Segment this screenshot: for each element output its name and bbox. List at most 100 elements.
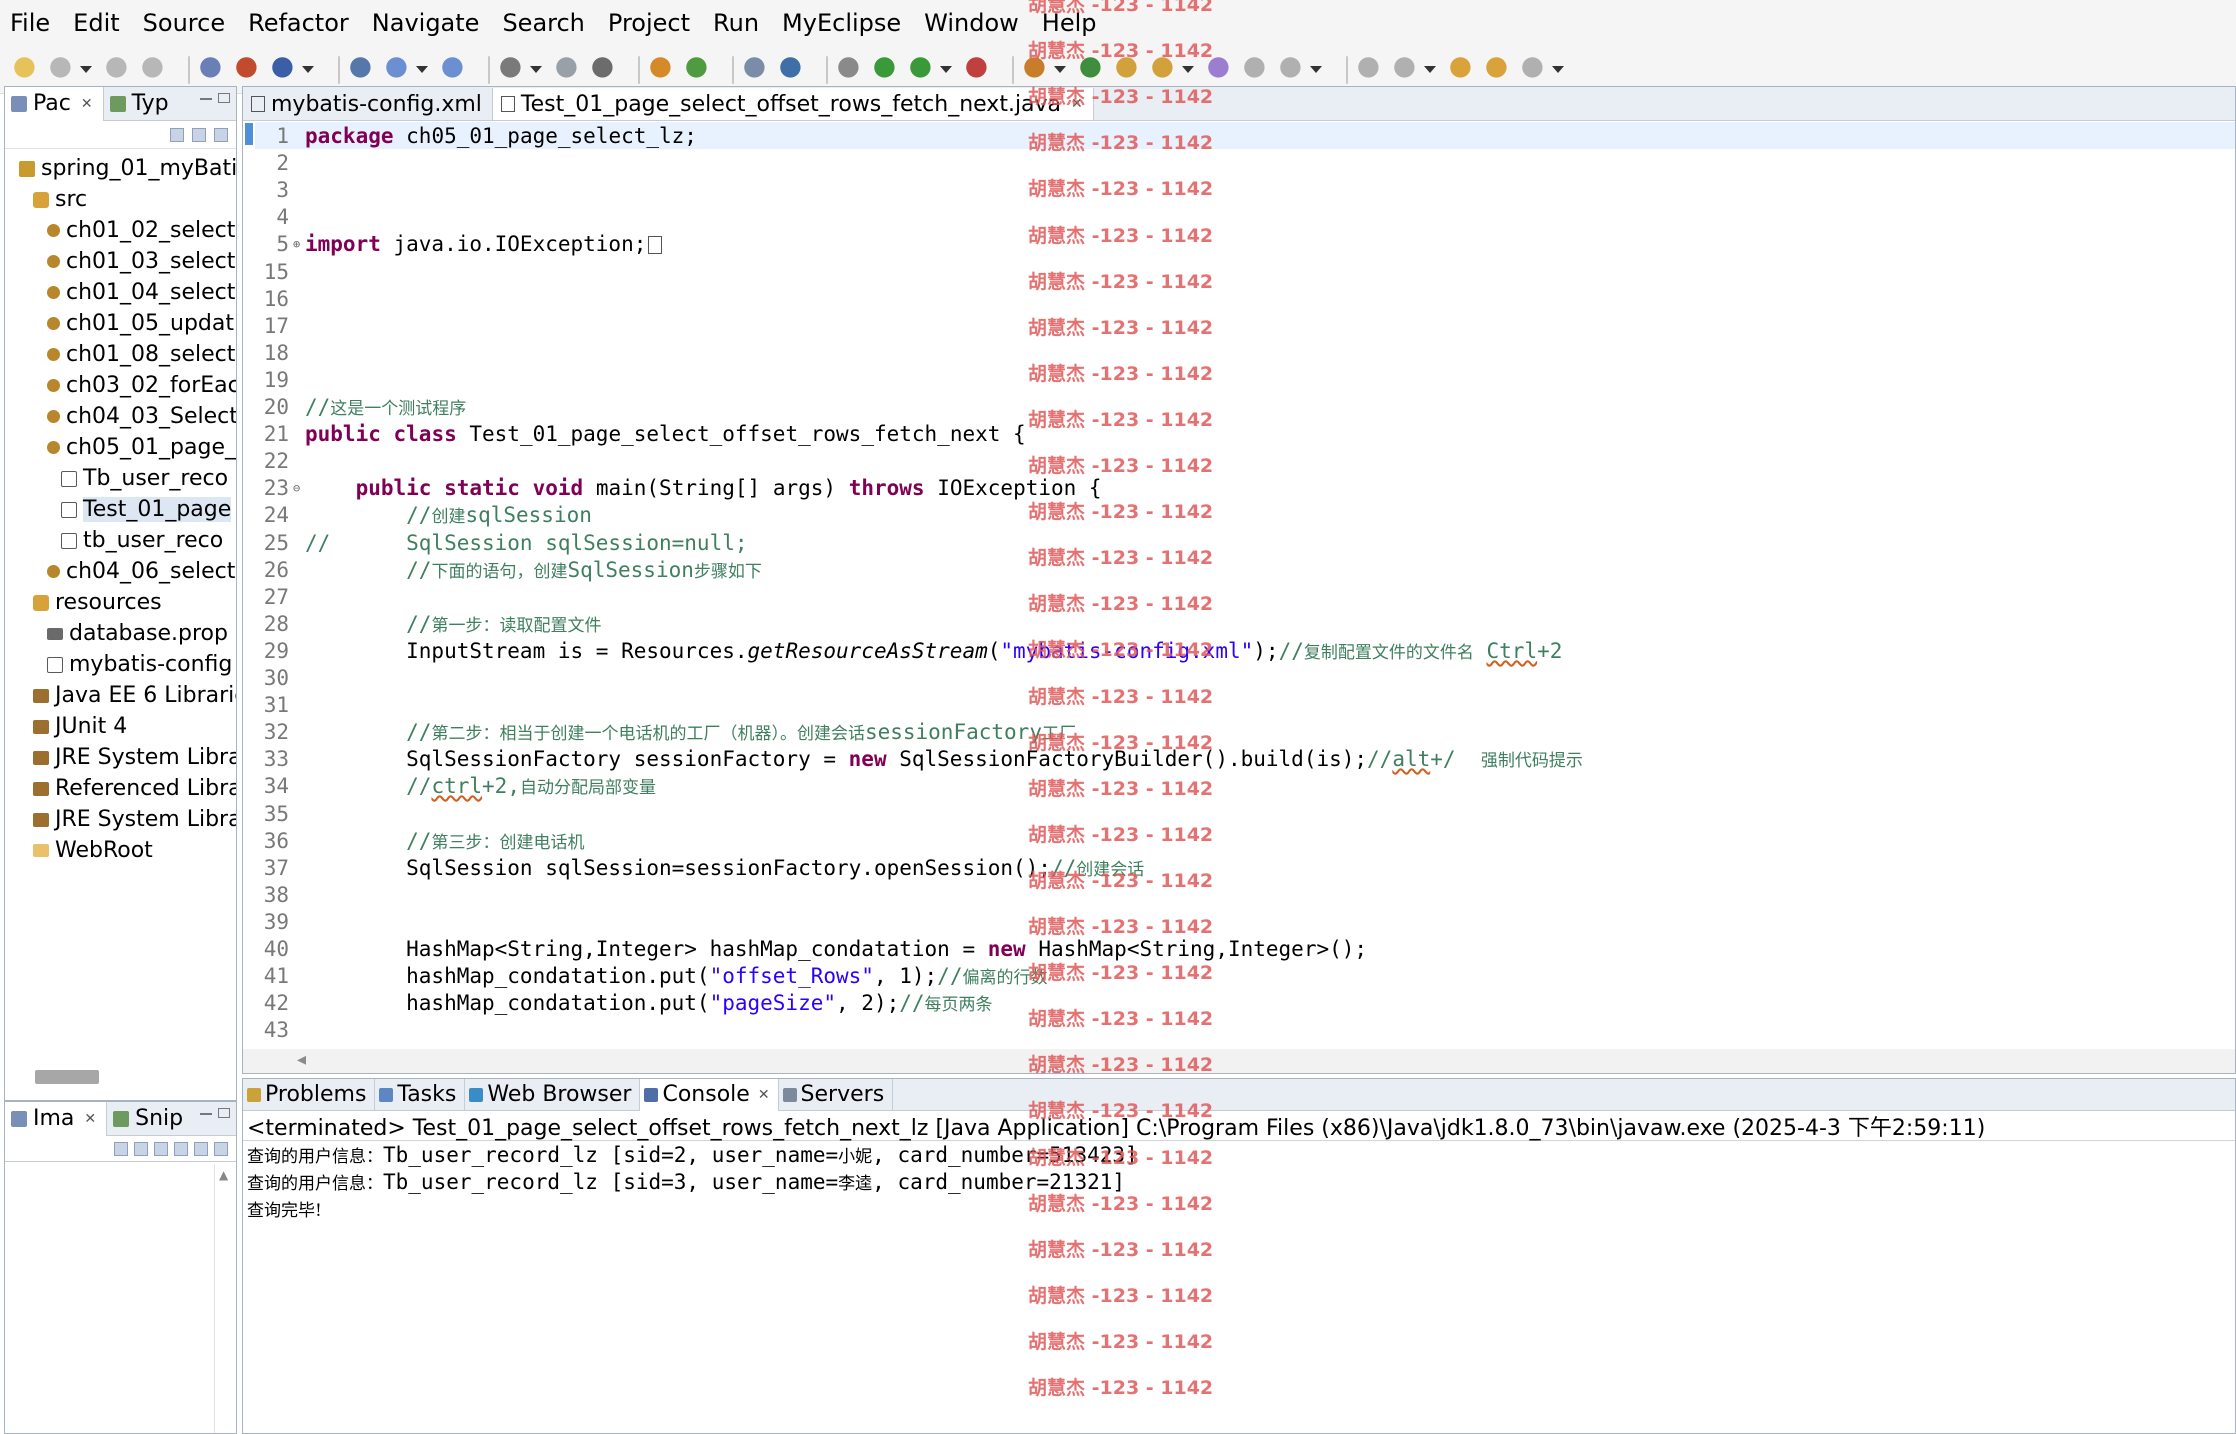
tree-item[interactable]: Referenced Libra <box>5 773 236 804</box>
tree-item[interactable]: tb_user_reco <box>5 525 236 556</box>
tree-item[interactable]: ch05_01_page_ <box>5 432 236 463</box>
bottom-tab-web-browser[interactable]: Web Browser <box>465 1078 641 1111</box>
toolbar-button-icon[interactable] <box>1280 56 1306 83</box>
toolbar-button-icon[interactable] <box>1450 56 1476 83</box>
maximize-icon[interactable] <box>218 93 230 103</box>
tree-item[interactable]: WebRoot <box>5 835 236 866</box>
toolbar-button-icon[interactable] <box>200 56 226 83</box>
toolbar-button-icon[interactable] <box>272 56 298 83</box>
toolbar-button-icon[interactable] <box>874 56 900 83</box>
bottom-tab-console[interactable]: Console ✕ <box>640 1078 779 1111</box>
link-editor-icon[interactable] <box>192 127 206 142</box>
tree-item[interactable]: JRE System Libra <box>5 804 236 835</box>
minimize-icon[interactable] <box>200 97 212 100</box>
tree-item[interactable]: Tb_user_reco <box>5 463 236 494</box>
toolbar-button-icon[interactable] <box>442 56 468 83</box>
view-tab-pac[interactable]: Pac ✕ <box>5 87 104 121</box>
chevron-down-icon[interactable] <box>1552 66 1564 73</box>
toolbar-button-icon[interactable] <box>106 56 132 83</box>
editor-tab-active[interactable]: Test_01_page_select_offset_rows_fetch_ne… <box>492 88 1094 120</box>
toolbar-button-icon[interactable] <box>1116 56 1142 83</box>
chevron-down-icon[interactable] <box>416 66 428 73</box>
toolbar-button-icon[interactable] <box>1152 56 1178 83</box>
tree-item[interactable]: database.prop <box>5 618 236 649</box>
chevron-down-icon[interactable] <box>530 66 542 73</box>
tree-item[interactable]: ch04_03_Select <box>5 401 236 432</box>
menu-project[interactable]: Project <box>608 9 690 37</box>
toolbar-button-icon[interactable] <box>744 56 770 83</box>
chevron-down-icon[interactable] <box>1182 66 1194 73</box>
tree-item[interactable]: Java EE 6 Librarie <box>5 680 236 711</box>
view-tab-ima[interactable]: Ima ✕ <box>5 1101 108 1136</box>
chevron-down-icon[interactable] <box>1424 66 1436 73</box>
toolbar-button-icon[interactable] <box>1394 56 1420 83</box>
maximize-icon[interactable] <box>218 1108 230 1118</box>
close-icon[interactable]: ✕ <box>758 1087 770 1103</box>
toolbar-button-icon[interactable] <box>386 56 412 83</box>
toolbar-button-icon[interactable] <box>1522 56 1548 83</box>
toolbar-button-icon[interactable] <box>966 56 992 83</box>
chevron-down-icon[interactable] <box>80 66 92 73</box>
bottom-tab-tasks[interactable]: Tasks <box>375 1078 466 1111</box>
tree-item[interactable]: ch03_02_forEac <box>5 370 236 401</box>
tree-item[interactable]: ch01_04_select <box>5 277 236 308</box>
tree-item[interactable]: ch01_03_select <box>5 246 236 277</box>
chevron-down-icon[interactable] <box>1310 66 1322 73</box>
menu-file[interactable]: File <box>10 9 50 37</box>
toolbar-button-icon[interactable] <box>780 56 806 83</box>
menu-search[interactable]: Search <box>502 9 584 37</box>
toolbar-button-icon[interactable] <box>50 56 76 83</box>
menu-help[interactable]: Help <box>1042 9 1097 37</box>
tree-item[interactable]: Test_01_page <box>5 494 236 525</box>
image-tool-icon[interactable] <box>134 1141 148 1156</box>
toolbar-button-icon[interactable] <box>500 56 526 83</box>
menu-source[interactable]: Source <box>143 9 225 37</box>
zoom-in-icon[interactable] <box>174 1141 188 1156</box>
close-icon[interactable]: ✕ <box>81 96 93 112</box>
toolbar-button-icon[interactable] <box>838 56 864 83</box>
zoom-out-icon[interactable] <box>154 1141 168 1156</box>
tree-item[interactable]: ch04_06_select <box>5 556 236 587</box>
tree-item[interactable]: ch01_02_select <box>5 215 236 246</box>
view-menu-icon[interactable] <box>214 127 228 142</box>
minimize-icon[interactable] <box>200 1112 212 1115</box>
toolbar-button-icon[interactable] <box>556 56 582 83</box>
menu-refactor[interactable]: Refactor <box>248 9 349 37</box>
view-tab-snip[interactable]: Snip <box>107 1102 193 1136</box>
chevron-down-icon[interactable] <box>940 66 952 73</box>
view-tab-typ[interactable]: Typ <box>104 87 179 121</box>
toolbar-button-icon[interactable] <box>236 56 262 83</box>
toolbar-button-icon[interactable] <box>14 56 40 83</box>
menu-window[interactable]: Window <box>924 9 1019 37</box>
toolbar-button-icon[interactable] <box>1244 56 1270 83</box>
horizontal-scrollbar[interactable] <box>35 1070 99 1084</box>
image-tool-icon[interactable] <box>114 1141 128 1156</box>
menu-navigate[interactable]: Navigate <box>372 9 480 37</box>
tree-item[interactable]: JRE System Libra <box>5 742 236 773</box>
tree-item[interactable]: spring_01_myBatis <box>5 153 236 184</box>
toolbar-button-icon[interactable] <box>592 56 618 83</box>
tree-item[interactable]: JUnit 4 <box>5 711 236 742</box>
fit-icon[interactable] <box>194 1141 208 1156</box>
close-icon[interactable]: ✕ <box>1071 96 1083 112</box>
fold-toggle-icon[interactable]: ⊕ <box>293 237 305 251</box>
bottom-tab-servers[interactable]: Servers <box>779 1078 894 1111</box>
collapse-all-icon[interactable] <box>170 127 184 142</box>
toolbar-button-icon[interactable] <box>350 56 376 83</box>
tree-item[interactable]: ch01_05_updat <box>5 308 236 339</box>
toolbar-button-icon[interactable] <box>650 56 676 83</box>
toolbar-button-icon[interactable] <box>1358 56 1384 83</box>
tree-item[interactable]: src <box>5 184 236 215</box>
bottom-tab-problems[interactable]: Problems <box>243 1078 376 1111</box>
code-area[interactable]: 1 package ch05_01_page_select_lz; 2 3 4 5 ⊕ imp… <box>243 121 2235 1073</box>
tree-item[interactable]: ch01_08_select <box>5 339 236 370</box>
toolbar-button-icon[interactable] <box>910 56 936 83</box>
close-icon[interactable]: ✕ <box>84 1111 96 1127</box>
vertical-scrollbar[interactable] <box>214 1164 236 1433</box>
tree-item[interactable]: mybatis-config <box>5 649 236 680</box>
editor-tab[interactable]: mybatis-config.xml <box>243 88 493 120</box>
chevron-down-icon[interactable] <box>1054 66 1066 73</box>
chevron-down-icon[interactable] <box>302 66 314 73</box>
toolbar-button-icon[interactable] <box>686 56 712 83</box>
menu-edit[interactable]: Edit <box>73 9 119 37</box>
